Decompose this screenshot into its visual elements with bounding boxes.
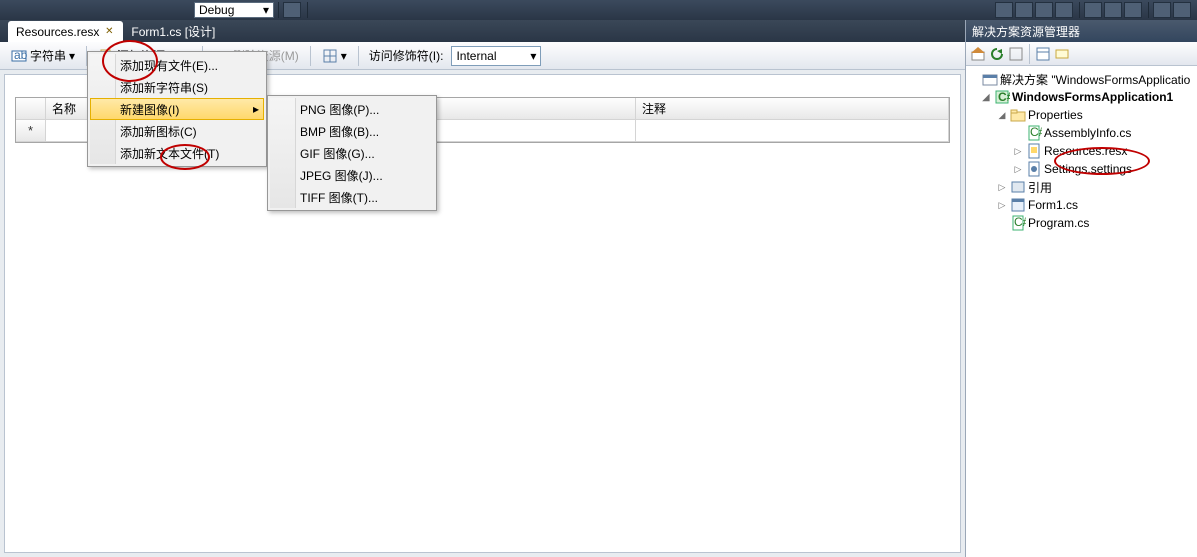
- toolbar-icon[interactable]: [1084, 2, 1102, 18]
- solution-explorer-toolbar: [966, 42, 1197, 66]
- showall-icon[interactable]: [1054, 46, 1070, 62]
- chevron-down-icon: ▾: [530, 49, 536, 63]
- tab-label: Resources.resx: [16, 25, 99, 39]
- tree-properties[interactable]: ◢ Properties: [968, 106, 1195, 124]
- expand-icon[interactable]: ▷: [1012, 146, 1024, 157]
- menu-tiff[interactable]: TIFF 图像(T)...: [270, 186, 434, 208]
- chevron-down-icon: ▾: [341, 49, 347, 63]
- close-icon[interactable]: ✕: [103, 26, 115, 38]
- svg-text:abc: abc: [14, 48, 27, 62]
- toolbar-icon[interactable]: [1104, 2, 1122, 18]
- access-modifier-combo[interactable]: Internal ▾: [451, 46, 541, 66]
- add-resource-menu[interactable]: 添加现有文件(E)... 添加新字符串(S) 新建图像(I) ▸ 添加新图标(C…: [87, 51, 267, 167]
- csfile-icon: C#: [1010, 215, 1026, 231]
- chevron-down-icon: ▾: [69, 49, 75, 63]
- toolbar-icon[interactable]: [1035, 2, 1053, 18]
- grid-icon: [322, 48, 338, 64]
- tree-program[interactable]: C# Program.cs: [968, 214, 1195, 232]
- view-dropdown[interactable]: ▾: [317, 45, 352, 67]
- menu-png[interactable]: PNG 图像(P)...: [270, 98, 434, 120]
- main-toolbar-strip: Debug▾: [0, 0, 1197, 20]
- tree-form1[interactable]: ▷ Form1.cs: [968, 196, 1195, 214]
- tree-solution[interactable]: 解决方案 "WindowsFormsApplicatio: [968, 70, 1195, 88]
- menu-add-string[interactable]: 添加新字符串(S): [90, 76, 264, 98]
- toolbar-icon[interactable]: [1124, 2, 1142, 18]
- tab-resources[interactable]: Resources.resx ✕: [8, 21, 123, 42]
- toolbar-icon[interactable]: [995, 2, 1013, 18]
- toolbar-icon[interactable]: [283, 2, 301, 18]
- expand-icon[interactable]: ▷: [996, 182, 1008, 193]
- folder-icon: [1010, 107, 1026, 123]
- svg-text:C#: C#: [1014, 215, 1026, 229]
- svg-text:C#: C#: [998, 90, 1010, 104]
- submenu-arrow-icon: ▸: [253, 102, 259, 116]
- string-icon: abc: [11, 48, 27, 64]
- menu-add-textfile[interactable]: 添加新文本文件(T): [90, 142, 264, 164]
- access-modifier-value: Internal: [456, 49, 530, 63]
- form-icon: [1010, 197, 1026, 213]
- expand-icon[interactable]: ▷: [1012, 164, 1024, 175]
- col-comment[interactable]: 注释: [636, 98, 949, 119]
- resource-grid-area: 名称 注释 * 添加现有文件(E)... 添加新字符串(S) 新建图像(I): [4, 74, 961, 553]
- toolbar-icon[interactable]: [1173, 2, 1191, 18]
- tree-project[interactable]: ◢ C# WindowsFormsApplication1: [968, 88, 1195, 106]
- solution-icon: [982, 71, 998, 87]
- menu-gif[interactable]: GIF 图像(G)...: [270, 142, 434, 164]
- solution-explorer-title: 解决方案资源管理器: [966, 20, 1197, 42]
- toolbar-icon[interactable]: [1153, 2, 1171, 18]
- config-combo[interactable]: Debug▾: [194, 2, 274, 18]
- csproj-icon: C#: [994, 89, 1010, 105]
- tree-settings[interactable]: ▷ Settings.settings: [968, 160, 1195, 178]
- access-modifier-label: 访问修饰符(I):: [369, 47, 444, 64]
- home-icon[interactable]: [970, 46, 986, 62]
- collapse-icon[interactable]: ◢: [980, 92, 992, 103]
- resx-icon: [1026, 143, 1042, 159]
- collapse-icon[interactable]: ◢: [996, 110, 1008, 121]
- menu-add-icon[interactable]: 添加新图标(C): [90, 120, 264, 142]
- svg-text:C#: C#: [1030, 125, 1042, 139]
- solution-explorer: 解决方案资源管理器 解决方案 "WindowsFormsApplicatio ◢…: [966, 20, 1197, 557]
- menu-add-existing-file[interactable]: 添加现有文件(E)...: [90, 54, 264, 76]
- collapse-icon[interactable]: [1008, 46, 1024, 62]
- toolbar-icon[interactable]: [1015, 2, 1033, 18]
- csfile-icon: C#: [1026, 125, 1042, 141]
- references-icon: [1010, 179, 1026, 195]
- menu-new-image[interactable]: 新建图像(I) ▸: [90, 98, 264, 120]
- properties-icon[interactable]: [1035, 46, 1051, 62]
- row-header-corner[interactable]: [16, 98, 46, 119]
- toolbar-icon[interactable]: [1055, 2, 1073, 18]
- refresh-icon[interactable]: [989, 46, 1005, 62]
- tab-label: Form1.cs [设计]: [131, 23, 215, 40]
- menu-jpeg[interactable]: JPEG 图像(J)...: [270, 164, 434, 186]
- tree-references[interactable]: ▷ 引用: [968, 178, 1195, 196]
- document-tabs: Resources.resx ✕ Form1.cs [设计]: [0, 20, 965, 42]
- new-image-submenu[interactable]: PNG 图像(P)... BMP 图像(B)... GIF 图像(G)... J…: [267, 95, 437, 211]
- tree-assemblyinfo[interactable]: C# AssemblyInfo.cs: [968, 124, 1195, 142]
- new-row-indicator: *: [16, 120, 46, 141]
- strings-dropdown[interactable]: abc 字符串 ▾: [6, 44, 80, 67]
- strings-label: 字符串: [30, 47, 66, 64]
- solution-tree[interactable]: 解决方案 "WindowsFormsApplicatio ◢ C# Window…: [966, 66, 1197, 557]
- expand-icon[interactable]: ▷: [996, 200, 1008, 211]
- settings-icon: [1026, 161, 1042, 177]
- tree-resources[interactable]: ▷ Resources.resx: [968, 142, 1195, 160]
- tab-form1[interactable]: Form1.cs [设计]: [123, 21, 223, 42]
- menu-bmp[interactable]: BMP 图像(B)...: [270, 120, 434, 142]
